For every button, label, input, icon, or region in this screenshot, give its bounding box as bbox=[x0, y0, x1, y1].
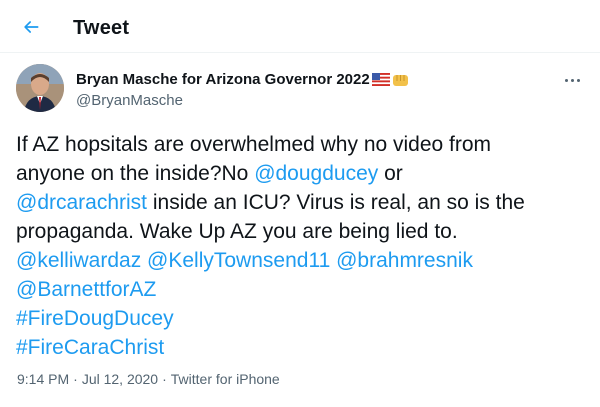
author-handle[interactable]: @BryanMasche bbox=[76, 91, 183, 110]
tweet-text-segment: or bbox=[378, 162, 403, 185]
top-bar: Tweet bbox=[0, 0, 600, 53]
tweet-line: #FireDougDucey bbox=[16, 304, 588, 333]
arrow-left-icon bbox=[24, 21, 39, 33]
mention-dougducey[interactable]: @dougducey bbox=[254, 162, 378, 185]
mention-barnettforaz[interactable]: @BarnettforAZ bbox=[16, 278, 156, 301]
page-title: Tweet bbox=[73, 17, 130, 39]
more-button[interactable] bbox=[560, 70, 584, 90]
tweet-line: @BarnettforAZ bbox=[16, 275, 588, 304]
tweet-line: @kelliwardaz @KellyTownsend11 @brahmresn… bbox=[16, 246, 588, 275]
tweet-line: propaganda. Wake Up AZ you are being lie… bbox=[16, 217, 588, 246]
mention-kelliwardaz[interactable]: @kelliwardaz bbox=[16, 249, 141, 272]
mention-kellytownsend11[interactable]: @KellyTownsend11 bbox=[147, 249, 330, 272]
author-name[interactable]: Bryan Masche for Arizona Governor 2022 bbox=[76, 70, 409, 89]
meta-separator: · bbox=[162, 371, 167, 387]
fist-emoji bbox=[392, 74, 408, 86]
back-button[interactable] bbox=[13, 9, 49, 45]
us-flag-emoji bbox=[371, 73, 390, 86]
more-dot bbox=[576, 78, 580, 82]
tweet-text: If AZ hopsitals are overwhelmed why no v… bbox=[16, 130, 588, 362]
avatar[interactable] bbox=[16, 64, 64, 112]
hashtag-firecarachrist[interactable]: #FireCaraChrist bbox=[16, 336, 164, 359]
tweet-text-segment: propaganda. Wake Up AZ you are being lie… bbox=[16, 220, 458, 243]
tweet-text-segment: anyone on the inside?No bbox=[16, 162, 255, 185]
more-dot bbox=[570, 78, 574, 82]
tweet-line: #FireCaraChrist bbox=[16, 333, 588, 362]
more-horizontal-icon bbox=[564, 78, 568, 82]
hashtag-firedougducey[interactable]: #FireDougDucey bbox=[16, 307, 174, 330]
avatar-image bbox=[16, 64, 64, 112]
tweet-text-segment: inside an ICU? Virus is real, an so is t… bbox=[147, 191, 525, 214]
tweet-time[interactable]: 9:14 PM bbox=[17, 371, 69, 387]
author-name-text: Bryan Masche for Arizona Governor 2022 bbox=[76, 71, 370, 88]
tweet-line: If AZ hopsitals are overwhelmed why no v… bbox=[16, 130, 588, 159]
tweet-meta: 9:14 PM · Jul 12, 2020 · Twitter for iPhone bbox=[17, 370, 280, 389]
tweet-line: anyone on the inside?No @dougducey or bbox=[16, 159, 588, 188]
tweet-source[interactable]: Twitter for iPhone bbox=[171, 371, 280, 387]
mention-drcarachrist[interactable]: @drcarachrist bbox=[16, 191, 147, 214]
meta-separator: · bbox=[73, 371, 78, 387]
tweet-text-segment: If AZ hopsitals are overwhelmed why no v… bbox=[16, 133, 492, 156]
tweet-date[interactable]: Jul 12, 2020 bbox=[82, 371, 158, 387]
tweet-line: @drcarachrist inside an ICU? Virus is re… bbox=[16, 188, 588, 217]
mention-brahmresnik[interactable]: @brahmresnik bbox=[336, 249, 473, 272]
